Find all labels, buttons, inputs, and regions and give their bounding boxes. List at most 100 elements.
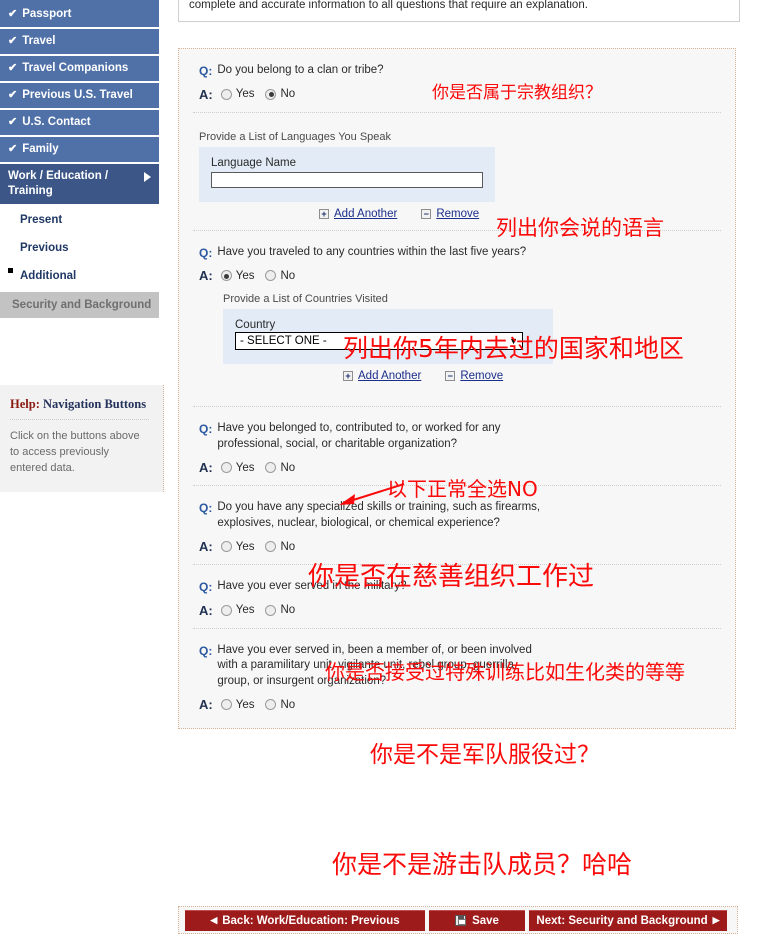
- answer-label: A:: [199, 697, 213, 712]
- sidebar-subitem-previous[interactable]: Previous: [0, 234, 159, 262]
- radio-no-military[interactable]: [265, 604, 277, 616]
- sidebar-item-security-and-background[interactable]: Security and Background: [0, 292, 159, 318]
- countries-link-row: + Add Another − Remove: [343, 370, 735, 382]
- help-panel: Help: Navigation Buttons Click on the bu…: [0, 385, 164, 492]
- radio-no-label: No: [280, 88, 296, 100]
- check-icon: ✔: [8, 116, 18, 128]
- application-page: ✔ Passport ✔ Travel ✔ Travel Companions …: [0, 0, 762, 934]
- countries-add-another-link[interactable]: Add Another: [358, 370, 421, 382]
- languages-add-another-link[interactable]: Add Another: [334, 208, 397, 220]
- language-name-input[interactable]: [211, 171, 483, 188]
- annotation-charitable-org: 你是否在慈善组织工作过: [308, 562, 595, 592]
- minus-icon: −: [421, 208, 432, 219]
- check-icon: ✔: [8, 143, 18, 155]
- question-label: Q:: [199, 501, 213, 515]
- radio-no-clan-tribe[interactable]: [265, 88, 277, 100]
- annotation-languages: 列出你会说的语言: [496, 216, 664, 240]
- triangle-left-icon: ◀: [210, 915, 218, 925]
- intro-instruction-box: complete and accurate information to all…: [178, 0, 740, 22]
- sidebar-subitem-present[interactable]: Present: [0, 206, 159, 234]
- sidebar-item-travel[interactable]: ✔ Travel: [0, 29, 159, 54]
- save-button[interactable]: Save: [429, 909, 525, 931]
- radio-yes-military[interactable]: [220, 604, 232, 616]
- back-button-label: Back: Work/Education: Previous: [222, 914, 400, 927]
- question-label: Q:: [199, 245, 213, 260]
- annotation-guerrilla: 你是不是游击队成员？哈哈: [332, 850, 633, 879]
- help-title-rest: Navigation Buttons: [39, 397, 147, 411]
- check-icon: ✔: [8, 35, 18, 47]
- triangle-right-icon: [144, 172, 151, 182]
- question-text: Have you belonged to, contributed to, or…: [217, 422, 501, 450]
- radio-no-countries-visited[interactable]: [265, 270, 277, 281]
- question-text: Do you belong to a clan or tribe?: [217, 64, 384, 76]
- radio-yes-specialized-skills[interactable]: [220, 541, 232, 552]
- plus-icon: +: [343, 371, 353, 381]
- intro-text: complete and accurate information to all…: [189, 0, 588, 11]
- languages-input-panel: Language Name: [199, 146, 495, 202]
- minus-icon: −: [445, 371, 456, 381]
- answer-label: A:: [199, 539, 213, 554]
- sidebar-item-label: Travel Companions: [22, 62, 129, 74]
- next-button[interactable]: Next: Security and Background ▶: [529, 909, 727, 931]
- check-icon: ✔: [8, 8, 18, 20]
- sidebar-item-us-contact[interactable]: ✔ U.S. Contact: [0, 110, 159, 135]
- answer-row: A: Yes No: [199, 697, 735, 712]
- sidebar-subitem-additional[interactable]: Additional: [0, 262, 159, 290]
- radio-yes-label: Yes: [235, 269, 255, 282]
- answer-row: A: Yes No: [199, 603, 735, 618]
- radio-no-label: No: [280, 269, 296, 282]
- sidebar-item-work-education-training[interactable]: Work / Education / Training: [0, 164, 159, 204]
- annotation-arrow-icon: [339, 483, 405, 505]
- answer-label: A:: [199, 268, 213, 283]
- check-icon: ✔: [8, 62, 18, 74]
- radio-yes-organizations[interactable]: [220, 462, 232, 473]
- radio-no-label: No: [280, 540, 296, 553]
- languages-section-title: Provide a List of Languages You Speak: [199, 130, 392, 143]
- help-divider: [10, 419, 149, 420]
- sidebar-item-label: Security and Background: [12, 299, 152, 311]
- back-button[interactable]: ◀ Back: Work/Education: Previous: [185, 909, 425, 931]
- floppy-disk-icon: [455, 915, 467, 926]
- answer-label: A:: [199, 602, 213, 618]
- question-label: Q:: [199, 580, 213, 594]
- sidebar-item-passport[interactable]: ✔ Passport: [0, 2, 159, 27]
- question-row: Q: Have you traveled to any countries wi…: [199, 245, 735, 261]
- sidebar-item-travel-companions[interactable]: ✔ Travel Companions: [0, 56, 159, 81]
- sidebar-item-label: Work / Education / Training: [8, 170, 109, 197]
- sidebar-item-family[interactable]: ✔ Family: [0, 137, 159, 162]
- radio-no-organizations[interactable]: [265, 462, 277, 473]
- sidebar-subitem-label: Previous: [20, 242, 69, 254]
- radio-yes-label: Yes: [235, 88, 255, 100]
- question-text: Have you traveled to any countries withi…: [217, 245, 527, 258]
- form-navigation-bar: ◀ Back: Work/Education: Previous Save Ne…: [178, 906, 738, 934]
- sidebar-item-label: Previous U.S. Travel: [22, 89, 133, 101]
- annotation-all-no: 以下正常全选NO: [387, 477, 538, 501]
- save-button-label: Save: [472, 914, 499, 927]
- help-title: Help: Navigation Buttons: [10, 397, 149, 412]
- annotation-countries: 列出你5年内去过的国家和地区: [343, 334, 684, 363]
- radio-yes-label: Yes: [235, 698, 255, 711]
- languages-remove-link[interactable]: Remove: [436, 208, 479, 220]
- sidebar-subitem-label: Present: [20, 214, 63, 226]
- radio-yes-paramilitary[interactable]: [220, 699, 232, 710]
- question-row: Q: Have you belonged to, contributed to,…: [199, 421, 735, 452]
- radio-no-paramilitary[interactable]: [265, 699, 277, 710]
- radio-yes-clan-tribe[interactable]: [220, 88, 232, 100]
- annotation-clan-tribe: 你是否属于宗教组织？: [432, 83, 602, 103]
- countries-remove-link[interactable]: Remove: [460, 370, 503, 382]
- questions-panel: Q: Do you belong to a clan or tribe? A: …: [178, 48, 736, 729]
- sidebar-item-label: Travel: [22, 35, 56, 47]
- country-select-value: - SELECT ONE -: [240, 335, 327, 347]
- answer-label: A:: [199, 460, 213, 475]
- question-block-countries-visited: Q: Have you traveled to any countries wi…: [179, 231, 735, 393]
- square-bullet-icon: [8, 268, 13, 273]
- next-button-label: Next: Security and Background: [536, 914, 708, 927]
- sidebar-item-label: Passport: [22, 8, 72, 20]
- radio-no-label: No: [280, 698, 296, 711]
- countries-section-title: Provide a List of Countries Visited: [223, 293, 388, 305]
- sidebar-item-previous-us-travel[interactable]: ✔ Previous U.S. Travel: [0, 83, 159, 108]
- radio-yes-countries-visited[interactable]: [220, 270, 232, 281]
- sidebar-item-label: U.S. Contact: [22, 116, 91, 128]
- radio-no-specialized-skills[interactable]: [265, 541, 277, 552]
- sidebar-item-label: Family: [22, 143, 59, 155]
